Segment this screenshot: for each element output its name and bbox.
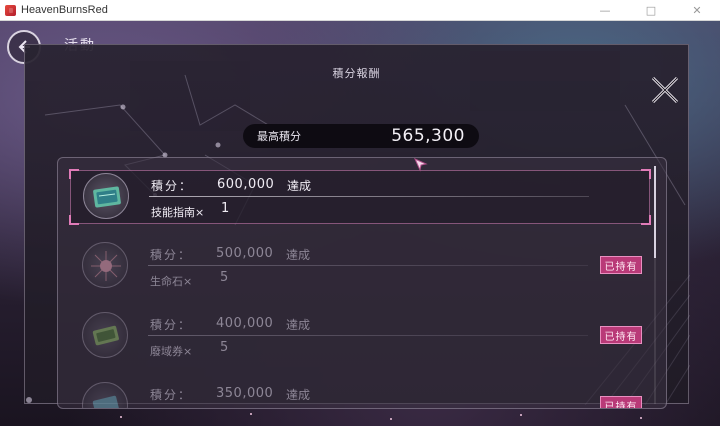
sparkle [120, 416, 122, 418]
reward-item-name: 廢域券× [150, 345, 193, 358]
score-label: 積分： [150, 248, 193, 262]
achieved-label: 達成 [286, 388, 311, 402]
reward-row[interactable]: 積分： 350,000 達成 已持有 [70, 380, 650, 408]
reward-item-name: 技能指南× [151, 206, 205, 219]
mouse-cursor-icon [414, 158, 428, 172]
high-score-label: 最高積分 [257, 130, 301, 143]
maximize-button[interactable]: □ [628, 0, 674, 21]
reward-quantity: 5 [220, 270, 229, 285]
window-controls: — □ ✕ [582, 0, 720, 21]
reward-row[interactable]: 積分： 400,000 達成 廢域券× 5 已持有 [70, 310, 650, 364]
window-titlebar: HeavenBurnsRed — □ ✕ [0, 0, 720, 21]
window-title: HeavenBurnsRed [21, 4, 108, 16]
selection-corner [69, 215, 79, 225]
achieved-label: 達成 [286, 248, 311, 262]
app-icon [5, 4, 16, 16]
reward-item-name: 生命石× [150, 275, 193, 288]
score-reward-dialog: 積分報酬 最高積分 565,300 積分： 600,000 達成 技能指南× 1… [24, 44, 690, 409]
ticket-icon [82, 312, 128, 358]
score-threshold: 350,000 [216, 386, 274, 401]
owned-badge: 已持有 [600, 326, 642, 344]
selection-corner [641, 169, 651, 179]
score-threshold: 400,000 [216, 316, 274, 331]
achieved-label: 達成 [287, 179, 312, 193]
reward-row[interactable]: 積分： 500,000 達成 生命石× 5 已持有 [70, 240, 650, 294]
score-label: 積分： [150, 388, 193, 402]
score-label: 積分： [150, 318, 193, 332]
achieved-label: 達成 [286, 318, 311, 332]
row-divider [148, 265, 588, 266]
reward-list[interactable]: 積分： 600,000 達成 技能指南× 1 積分： 500,000 達成 生命… [57, 157, 667, 409]
owned-badge: 已持有 [600, 396, 642, 408]
reward-quantity: 1 [221, 201, 230, 216]
score-threshold: 500,000 [216, 246, 274, 261]
life-stone-icon [82, 242, 128, 288]
scrollbar-thumb[interactable] [654, 166, 656, 258]
selection-corner [69, 169, 79, 179]
score-threshold: 600,000 [217, 177, 275, 192]
ticket-icon [82, 382, 128, 408]
row-divider [149, 196, 589, 197]
close-window-button[interactable]: ✕ [674, 0, 720, 21]
sparkle [520, 414, 522, 416]
row-divider [148, 335, 588, 336]
close-x-icon[interactable] [650, 75, 680, 105]
minimize-button[interactable]: — [582, 0, 628, 21]
dialog-title: 積分報酬 [332, 67, 381, 80]
score-label: 積分： [151, 179, 194, 193]
skill-guide-icon [83, 173, 129, 219]
owned-badge: 已持有 [600, 256, 642, 274]
high-score-pill: 最高積分 565,300 [243, 124, 479, 148]
reward-row[interactable]: 積分： 600,000 達成 技能指南× 1 [69, 169, 651, 225]
sparkle [390, 418, 392, 420]
selection-corner [641, 215, 651, 225]
high-score-value: 565,300 [391, 126, 465, 146]
game-viewport: 活動 積分報酬 [0, 21, 720, 426]
sparkle [250, 413, 252, 415]
sparkle [640, 417, 642, 419]
reward-quantity: 5 [220, 340, 229, 355]
